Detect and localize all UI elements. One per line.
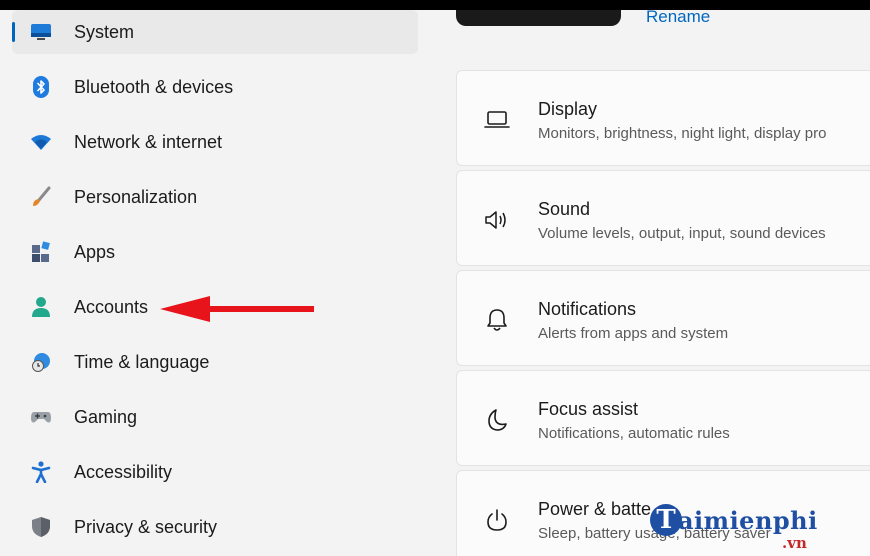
watermark-logo: T aimienphi .vn — [650, 498, 850, 556]
settings-window: System Bluetooth & devices Network & int… — [0, 10, 870, 556]
main-content: Rename Display Monitors, brightness, nig… — [456, 10, 870, 556]
laptop-icon — [483, 106, 511, 134]
globe-clock-icon — [30, 351, 52, 373]
moon-icon — [483, 406, 511, 434]
sidebar-item-label: Accessibility — [74, 462, 173, 482]
sidebar-item-apps[interactable]: Apps — [12, 230, 418, 274]
card-title: Focus assist — [538, 399, 639, 419]
sidebar-item-label: Apps — [74, 242, 116, 262]
sidebar-item-accessibility[interactable]: Accessibility — [12, 450, 418, 494]
settings-card-display[interactable]: Display Monitors, brightness, night ligh… — [456, 70, 870, 166]
sidebar-item-label: Personalization — [74, 187, 198, 207]
window-top-edge — [0, 0, 870, 10]
card-title: Notifications — [538, 299, 637, 319]
card-title: Display — [538, 99, 598, 119]
card-title: Power & batte — [538, 499, 652, 519]
watermark-suffix: .vn — [782, 534, 807, 552]
sidebar-item-gaming[interactable]: Gaming — [12, 395, 418, 439]
sidebar-nav: System Bluetooth & devices Network & int… — [12, 10, 418, 556]
sidebar-item-network[interactable]: Network & internet — [12, 120, 418, 164]
sidebar-item-privacy-security[interactable]: Privacy & security — [12, 505, 418, 549]
apps-icon — [30, 241, 52, 263]
sidebar-item-time-language[interactable]: Time & language — [12, 340, 418, 384]
sidebar-item-personalization[interactable]: Personalization — [12, 175, 418, 219]
sidebar-item-bluetooth[interactable]: Bluetooth & devices — [12, 65, 418, 109]
watermark-text: aimienphi — [678, 506, 818, 535]
card-subtitle: Notifications, automatic rules — [538, 425, 730, 442]
settings-card-sound[interactable]: Sound Volume levels, output, input, soun… — [456, 170, 870, 266]
sidebar-item-label: Accounts — [74, 297, 149, 317]
sidebar-item-label: Time & language — [74, 352, 210, 372]
sidebar-item-label: Gaming — [74, 407, 138, 427]
settings-card-notifications[interactable]: Notifications Alerts from apps and syste… — [456, 270, 870, 366]
sidebar-item-label: Privacy & security — [74, 517, 218, 537]
accessibility-icon — [30, 461, 52, 483]
sidebar-item-system[interactable]: System — [12, 10, 418, 54]
monitor-icon — [30, 21, 52, 43]
sidebar-item-label: Network & internet — [74, 132, 223, 152]
card-title: Sound — [538, 199, 591, 219]
rename-link[interactable]: Rename — [646, 10, 710, 27]
sidebar-item-label: System — [74, 22, 135, 42]
device-image — [456, 10, 621, 26]
brush-icon — [30, 186, 52, 208]
person-icon — [30, 296, 52, 318]
sidebar-item-label: Bluetooth & devices — [74, 77, 234, 97]
annotation-arrow — [160, 296, 314, 322]
card-subtitle: Monitors, brightness, night light, displ… — [538, 125, 827, 142]
settings-card-focus-assist[interactable]: Focus assist Notifications, automatic ru… — [456, 370, 870, 466]
card-subtitle: Volume levels, output, input, sound devi… — [538, 225, 826, 242]
shield-icon — [30, 516, 52, 538]
wifi-icon — [30, 131, 52, 153]
active-indicator — [12, 22, 15, 42]
gamepad-icon — [30, 406, 52, 428]
bell-icon — [483, 306, 511, 334]
power-icon — [483, 506, 511, 534]
bluetooth-icon — [30, 76, 52, 98]
card-subtitle: Alerts from apps and system — [538, 325, 729, 342]
speaker-icon — [483, 206, 511, 234]
